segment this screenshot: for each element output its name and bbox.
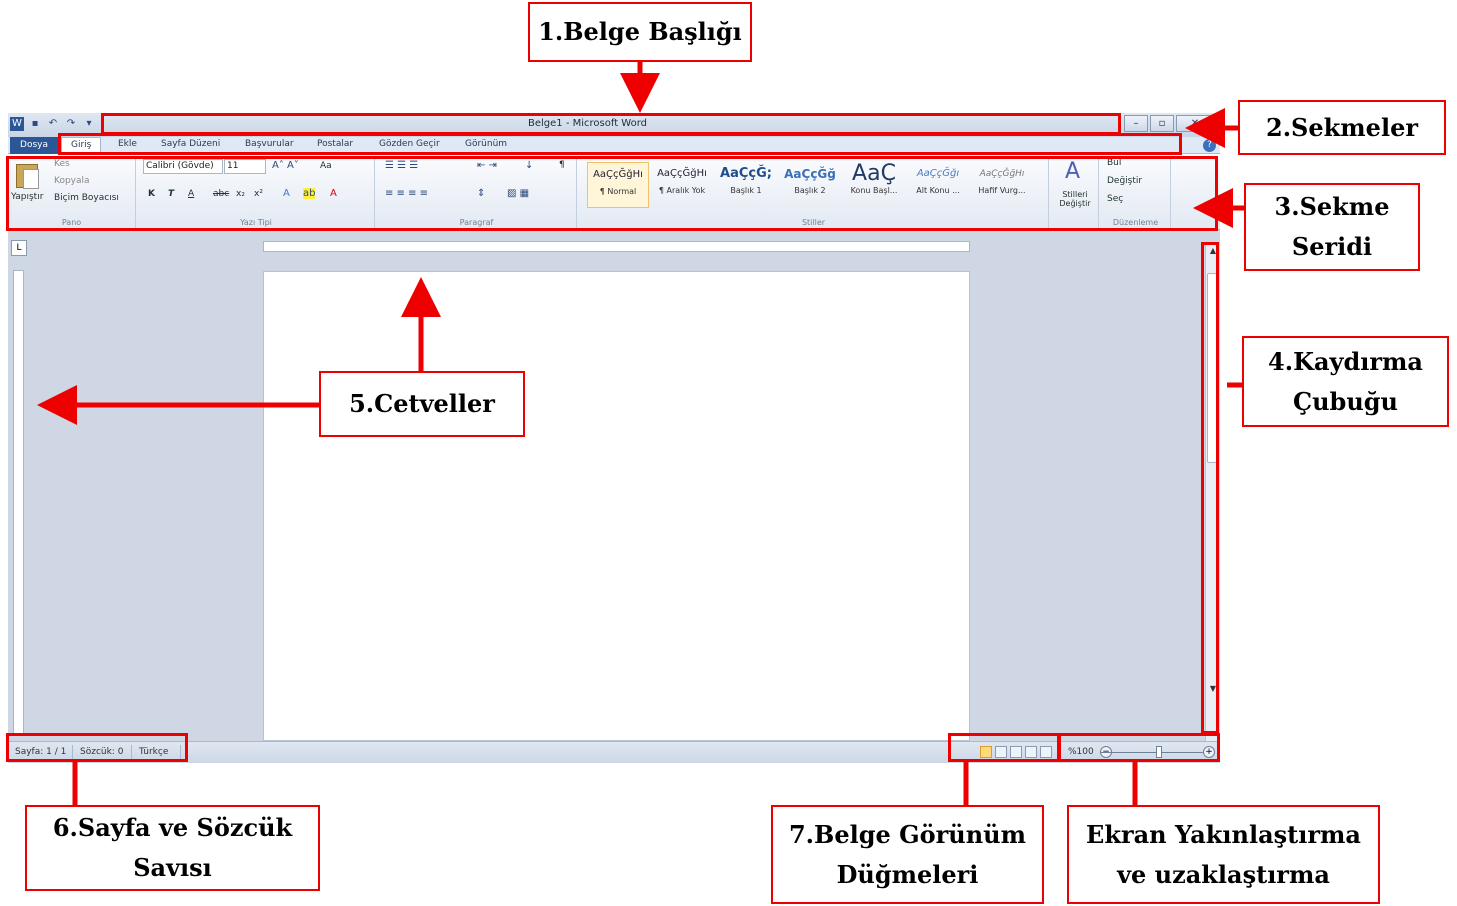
highlight-scrollbar — [1201, 242, 1219, 734]
label-zoom: Ekran Yakınlaştırma ve uzaklaştırma — [1067, 805, 1380, 904]
tab-file[interactable]: Dosya — [10, 137, 58, 154]
label-rulers: 5.Cetveller — [319, 371, 525, 437]
highlight-tabs — [58, 133, 1182, 155]
highlight-title — [101, 113, 1121, 135]
label-tabs: 2.Sekmeler — [1238, 100, 1446, 155]
highlight-status-count — [6, 733, 188, 762]
ruler-tab-selector[interactable]: L — [11, 240, 27, 256]
highlight-view-buttons — [948, 733, 1060, 762]
label-document-title: 1.Belge Başlığı — [528, 2, 752, 62]
customize-icon[interactable]: ▾ — [82, 117, 96, 131]
minimize-button[interactable]: – — [1124, 115, 1148, 132]
highlight-ribbon — [6, 156, 1218, 231]
maximize-button[interactable]: ▫ — [1150, 115, 1174, 132]
quick-access-toolbar: W ▪ ↶ ↷ ▾ — [10, 117, 96, 131]
highlight-zoom — [1058, 733, 1220, 762]
redo-icon[interactable]: ↷ — [64, 117, 78, 131]
help-icon[interactable]: ? — [1203, 139, 1216, 152]
undo-icon[interactable]: ↶ — [46, 117, 60, 131]
label-ribbon: 3.Sekme Seridi — [1244, 183, 1420, 271]
label-page-word-count: 6.Sayfa ve Sözcük Savısı — [25, 805, 320, 891]
word-app-icon[interactable]: W — [10, 117, 24, 131]
label-view-buttons: 7.Belge Görünüm Düğmeleri — [771, 805, 1044, 904]
close-button[interactable]: ✕ — [1176, 115, 1214, 132]
label-scrollbar: 4.Kaydırma Çubuğu — [1242, 336, 1449, 427]
horizontal-ruler[interactable] — [263, 241, 970, 252]
vertical-ruler[interactable] — [13, 270, 24, 735]
document-page[interactable] — [263, 271, 970, 741]
save-icon[interactable]: ▪ — [28, 117, 42, 131]
